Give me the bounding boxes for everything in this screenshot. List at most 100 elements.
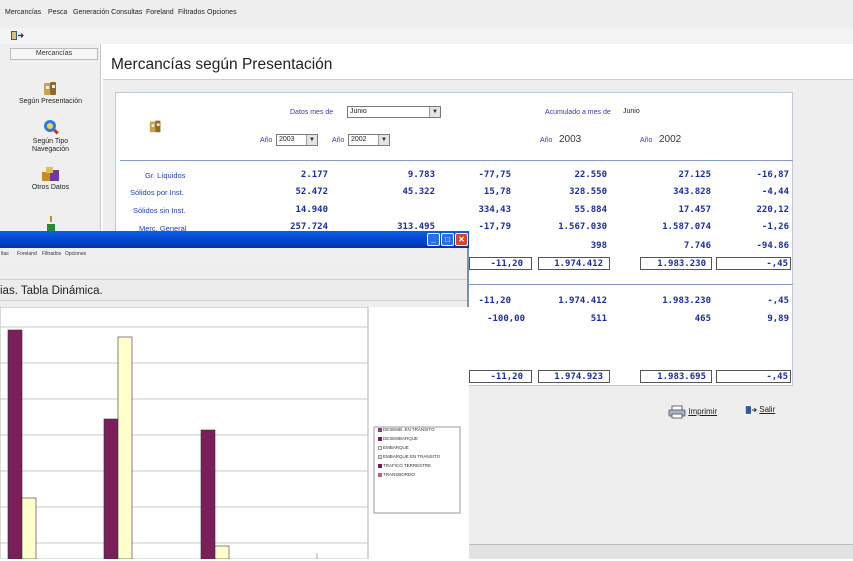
minimize-icon[interactable]: _ xyxy=(427,233,440,246)
ano-label: Año xyxy=(260,137,273,144)
page-title: ias. Tabla Dinámica. xyxy=(0,285,103,297)
row-label: Sólidos sin Inst. xyxy=(133,206,186,215)
cell-apct: -94.86 xyxy=(756,241,789,251)
exit-door-icon[interactable] xyxy=(10,30,24,41)
menu-generacion-consultas[interactable]: Generación Consultas xyxy=(73,9,142,16)
chevron-down-icon: ▼ xyxy=(306,135,317,145)
sidebar-item-otros-datos[interactable]: Otros Datos xyxy=(0,166,101,192)
exit-door-icon xyxy=(745,406,757,414)
legend-item: DESEMB. EN TRANSITO xyxy=(378,427,435,432)
cell-a2: 27.125 xyxy=(678,170,711,180)
menu-bar: ltas Foreland Filtrados Opciones xyxy=(0,248,467,261)
menu-mercancias[interactable]: Mercancías xyxy=(5,9,41,16)
chevron-down-icon: ▼ xyxy=(378,135,389,145)
legend-label: TRANSBORDO xyxy=(383,472,415,477)
ship-search-icon xyxy=(43,120,59,135)
legend-swatch xyxy=(378,436,382,441)
cell-apct: -4,44 xyxy=(761,187,789,197)
page-title: Mercancías según Presentación xyxy=(111,56,333,73)
legend-swatch xyxy=(378,445,382,450)
printer-icon xyxy=(668,405,686,419)
pivot-table-window: _ □ ✕ ltas Foreland Filtrados Opciones i… xyxy=(0,231,469,560)
menu-filtrados[interactable]: Filtrados xyxy=(42,251,61,257)
legend-label: TRAFICO TERRESTRE xyxy=(383,463,432,468)
bar-chart xyxy=(0,306,461,560)
menu-pesca[interactable]: Pesca xyxy=(48,9,67,16)
exit-button[interactable]: Salir xyxy=(745,405,775,415)
sidebar-item-segun-tipo-navegacion[interactable]: Según Tipo Navegación xyxy=(0,118,101,154)
maximize-icon[interactable]: □ xyxy=(441,233,454,246)
menu-opciones[interactable]: Opciones xyxy=(207,9,237,16)
bags-icon xyxy=(43,82,56,95)
sidebar-item-label: Según Presentación xyxy=(18,98,83,105)
cell-a1: 328.550 xyxy=(569,187,607,197)
legend-item: DESEMBARQUE xyxy=(378,436,418,441)
chevron-down-icon: ▼ xyxy=(429,107,440,117)
legend-label: DESEMBARQUE xyxy=(383,436,419,441)
acc-year-a: 2003 xyxy=(559,134,582,145)
cell-a1: 398 xyxy=(590,241,607,251)
menu-generacion-consultas[interactable]: ltas xyxy=(1,251,9,257)
cell-a2: 17.457 xyxy=(678,205,711,215)
legend-swatch xyxy=(378,454,382,459)
year-a-value: 2003 xyxy=(279,136,295,143)
cell-v2: 9.783 xyxy=(407,170,435,180)
legend-swatch xyxy=(378,463,382,468)
sidebar-item-segun-presentacion[interactable]: Según Presentación xyxy=(0,80,101,106)
chart-area: DESEMB. EN TRANSITO DESEMBARQUE EMBARQUE… xyxy=(0,306,469,560)
cell-pct: -100,00 xyxy=(487,314,525,324)
legend-item: TRAFICO TERRESTRE xyxy=(378,463,431,468)
toolbar xyxy=(0,28,853,44)
close-icon[interactable]: ✕ xyxy=(455,233,468,246)
month-select[interactable]: Junio ▼ xyxy=(347,106,441,118)
cell-a1: 22.550 xyxy=(574,170,607,180)
cell-v1: 52.472 xyxy=(295,187,328,197)
divider xyxy=(467,284,793,285)
sidebar-item-label: Según Tipo Navegación xyxy=(32,138,69,153)
menu-foreland[interactable]: Foreland xyxy=(17,251,37,257)
cell-apct: -,45 xyxy=(767,296,789,306)
window-titlebar[interactable]: _ □ ✕ xyxy=(0,231,469,248)
print-button[interactable]: Imprimir xyxy=(668,405,717,419)
legend-item: EMBARQUE xyxy=(378,445,409,450)
cell-pct: -17,79 xyxy=(478,222,511,232)
bar-embarque-1 xyxy=(21,497,37,560)
sidebar: Mercancías Según Presentación Según Tipo… xyxy=(0,44,101,244)
status-bar xyxy=(467,544,853,559)
cell-a1: 511 xyxy=(590,314,607,324)
menu-opciones[interactable]: Opciones xyxy=(65,251,86,257)
exit-label: Salir xyxy=(759,405,776,415)
legend-item: TRANSBORDO xyxy=(378,472,415,477)
sidebar-header: Mercancías xyxy=(10,48,98,60)
bar-embarque-2 xyxy=(117,336,133,560)
acc-ano-label: Año xyxy=(540,137,553,144)
cell-pct: -77,75 xyxy=(478,170,511,180)
cell-v1: 14.940 xyxy=(295,205,328,215)
cell-a2: 343.828 xyxy=(673,187,711,197)
legend-label: EMBARQUE EN TRANSITO xyxy=(383,454,441,459)
subtotal-apct: -,45 xyxy=(766,259,788,269)
year-a-select[interactable]: 2003 ▼ xyxy=(276,134,318,146)
ano-label: Año xyxy=(332,137,345,144)
cell-a1: 55.884 xyxy=(574,205,607,215)
cell-v2: 45.322 xyxy=(402,187,435,197)
plot-area xyxy=(0,306,369,560)
acumulado-label: Acumulado a mes de xyxy=(545,109,611,116)
datos-mes-label: Datos mes de xyxy=(290,109,334,116)
menu-filtrados[interactable]: Filtrados xyxy=(178,9,205,16)
page-header: Mercancías según Presentación xyxy=(103,44,853,80)
legend-item: EMBARQUE EN TRANSITO xyxy=(378,454,440,459)
print-label: Imprimir xyxy=(688,407,718,417)
subtotal-a2: 1.983.230 xyxy=(657,259,706,269)
row-label: Gr. Líquidos xyxy=(145,171,186,180)
cell-apct: 9,89 xyxy=(767,314,789,324)
page-header: ias. Tabla Dinámica. xyxy=(0,279,467,301)
menu-foreland[interactable]: Foreland xyxy=(146,9,174,16)
year-b-select[interactable]: 2002 ▼ xyxy=(348,134,390,146)
year-b-value: 2002 xyxy=(351,136,367,143)
menu-bar: Mercancías Pesca Generación Consultas Fo… xyxy=(0,0,853,28)
legend-swatch xyxy=(378,427,382,432)
cell-apct: 220,12 xyxy=(756,205,789,215)
legend-label: DESEMB. EN TRANSITO xyxy=(383,427,435,432)
cell-pct: 334,43 xyxy=(478,205,511,215)
